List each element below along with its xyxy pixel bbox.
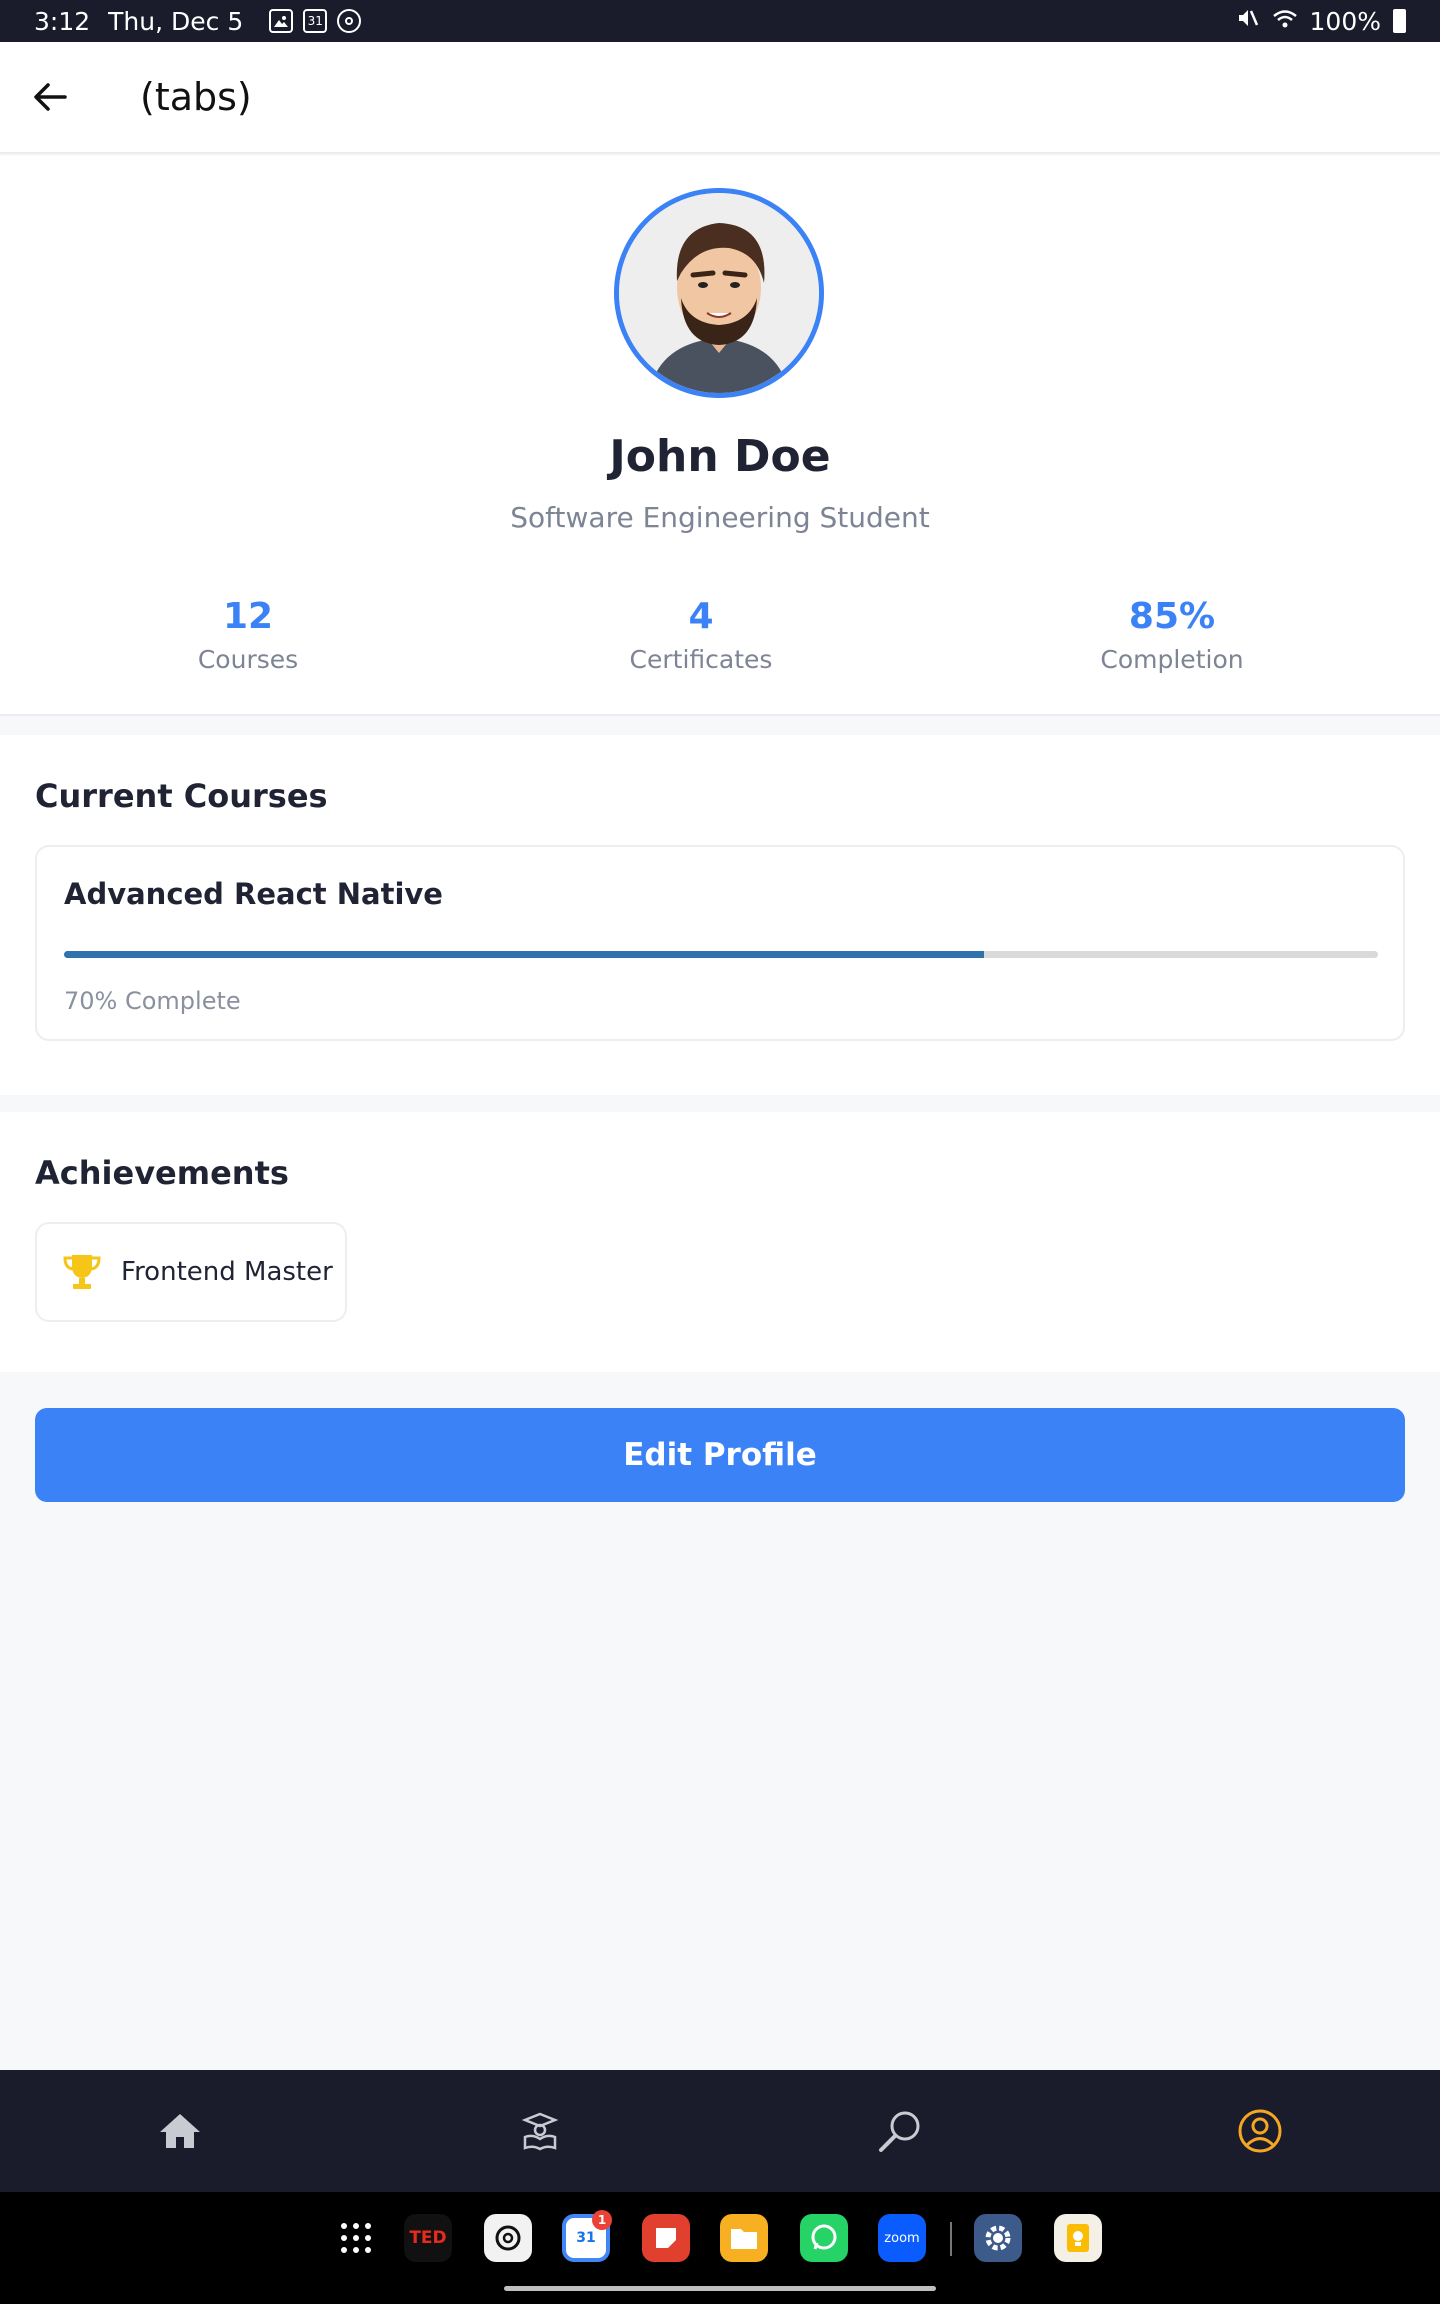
status-time: 3:12: [34, 6, 91, 36]
stat-value: 4: [688, 596, 714, 637]
zoom-app-icon[interactable]: zoom: [878, 2214, 926, 2262]
course-card[interactable]: Advanced React Native 70% Complete: [35, 845, 1405, 1041]
ted-app-icon[interactable]: TED: [404, 2214, 452, 2262]
courses-icon: [521, 2112, 559, 2151]
course-title: Advanced React Native: [64, 877, 443, 911]
profile-icon: [1238, 2109, 1282, 2153]
arrow-left-icon: [34, 83, 67, 111]
folder-icon: [731, 2229, 757, 2249]
dock-divider: [950, 2222, 952, 2256]
home-indicator[interactable]: [504, 2286, 936, 2291]
stat-completion: 85% Completion: [1022, 596, 1322, 674]
mute-icon: [1236, 6, 1260, 36]
battery-level: 100%: [1309, 6, 1381, 36]
home-icon: [160, 2114, 200, 2148]
settings-app-icon[interactable]: [974, 2214, 1022, 2262]
calendar-app-icon[interactable]: 31 1: [562, 2210, 612, 2262]
wifi-icon: [1272, 7, 1298, 36]
battery-icon: [1393, 9, 1406, 33]
calendar-app-label: 31: [576, 2230, 596, 2246]
course-progress-bar: [64, 951, 1378, 958]
header-title: (tabs): [140, 75, 252, 119]
chatgpt-logo-icon: [495, 2225, 521, 2251]
gear-icon: [985, 2225, 1011, 2251]
stat-certificates: 4 Certificates: [551, 596, 851, 674]
keep-app-icon[interactable]: [1054, 2214, 1102, 2262]
tab-home[interactable]: [100, 2070, 260, 2192]
grid-icon: [341, 2223, 371, 2253]
stat-value: 12: [222, 596, 274, 637]
stat-label: Certificates: [629, 645, 773, 674]
back-button[interactable]: [20, 67, 80, 127]
app-drawer-icon[interactable]: [332, 2214, 380, 2262]
whatsapp-app-icon[interactable]: [800, 2214, 848, 2262]
status-date: Thu, Dec 5: [108, 6, 244, 36]
stat-value: 85%: [1128, 596, 1216, 637]
search-icon: [879, 2111, 920, 2152]
profile-subtitle: Software Engineering Student: [510, 501, 930, 534]
bottom-tab-bar: [0, 2070, 1440, 2192]
chatgpt-app-icon[interactable]: [484, 2214, 532, 2262]
edit-profile-button[interactable]: Edit Profile: [35, 1408, 1405, 1502]
course-progress-fill: [64, 951, 984, 958]
sync-notification-icon: [337, 9, 362, 33]
app-header: (tabs): [0, 42, 1440, 154]
stat-label: Completion: [1100, 645, 1244, 674]
avatar-illustration: [619, 193, 819, 393]
tab-search[interactable]: [820, 2070, 980, 2192]
course-progress-label: 70% Complete: [64, 987, 241, 1015]
achievement-label: Frontend Master: [121, 1257, 333, 1287]
note-icon: [656, 2228, 676, 2248]
notes-app-icon[interactable]: [642, 2214, 690, 2262]
stat-label: Courses: [197, 645, 299, 674]
section-title: Achievements: [35, 1154, 289, 1192]
profile-name: John Doe: [609, 431, 831, 482]
status-bar: 3:12 Thu, Dec 5 31 100%: [0, 0, 1440, 42]
avatar[interactable]: [614, 188, 824, 398]
profile-card: John Doe Software Engineering Student 12…: [0, 156, 1440, 716]
tab-profile[interactable]: [1180, 2070, 1340, 2192]
trophy-icon: [63, 1255, 101, 1289]
gallery-notification-icon: [269, 9, 294, 33]
achievement-badge[interactable]: Frontend Master: [35, 1222, 347, 1322]
achievements-section: Achievements Frontend Master: [0, 1112, 1440, 1372]
keep-bulb-icon: [1067, 2224, 1089, 2252]
section-title: Current Courses: [35, 777, 328, 815]
tab-courses[interactable]: [460, 2070, 620, 2192]
system-dock: TED 31 1 zoom: [0, 2192, 1440, 2304]
notification-badge: 1: [592, 2210, 612, 2230]
whatsapp-logo-icon: [811, 2224, 837, 2250]
files-app-icon[interactable]: [720, 2214, 768, 2262]
current-courses-section: Current Courses Advanced React Native 70…: [0, 735, 1440, 1095]
calendar-notification-icon: 31: [303, 9, 328, 33]
stat-courses: 12 Courses: [98, 596, 398, 674]
